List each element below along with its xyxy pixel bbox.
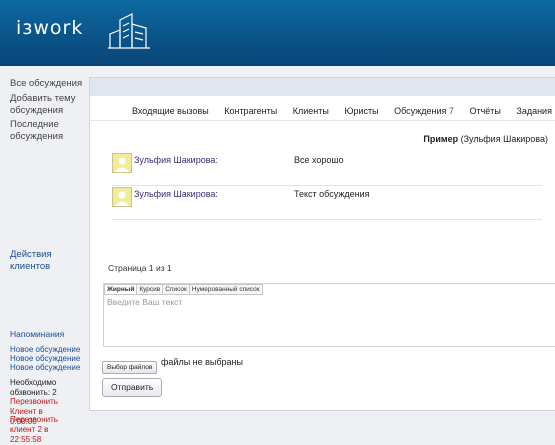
message-divider: [112, 219, 542, 220]
sidebar-client-actions[interactable]: Действия клиентов: [10, 249, 90, 273]
panel-top-bar: [90, 78, 555, 96]
message-editor: Жирный Курсив Список Нумерованный список Вв…: [103, 283, 555, 347]
message-item: Зульфия Шакирова: Все хорошо: [112, 153, 542, 186]
message-text: Текст обсуждения: [294, 189, 370, 199]
tab-incoming-calls[interactable]: Входящие вызовы: [132, 106, 209, 116]
topic-author: (Зульфия Шакирова): [460, 134, 548, 144]
reminders-title: Напоминания: [10, 329, 65, 339]
message-divider: [112, 185, 542, 186]
tab-lawyers[interactable]: Юристы: [344, 106, 378, 116]
avatar: [112, 153, 132, 173]
tab-discussions[interactable]: Обсуждения 7: [394, 106, 454, 116]
tab-clients[interactable]: Клиенты: [293, 106, 329, 116]
message-author[interactable]: Зульфия Шакирова:: [134, 189, 218, 199]
tab-contractors[interactable]: Контрагенты: [224, 106, 277, 116]
tab-count: 7: [448, 106, 454, 116]
numbered-list-button[interactable]: Нумерованный список: [188, 284, 263, 295]
topic-name: Пример: [423, 134, 459, 144]
user-silhouette-icon: [115, 157, 129, 172]
main-panel: Входящие вызовы Контрагенты Клиенты Юрис…: [89, 77, 555, 411]
send-button[interactable]: Отправить: [102, 378, 163, 397]
sidebar: Все обсуждения Добавить тему обсуждения …: [0, 66, 90, 445]
editor-toolbar: Жирный Курсив Список Нумерованный список: [104, 284, 263, 295]
pager: Страница 1 из 1: [108, 263, 172, 273]
choose-files-button[interactable]: Выбор файлов: [102, 361, 158, 374]
bold-button[interactable]: Жирный: [104, 284, 138, 295]
message-author[interactable]: Зульфия Шакирова:: [134, 155, 218, 165]
message-text: Все хорошо: [294, 155, 344, 165]
reminder-item[interactable]: Новое обсуждение: [10, 363, 90, 373]
sidebar-all-discussions[interactable]: Все обсуждения: [10, 78, 90, 90]
nav-tabs: Входящие вызовы Контрагенты Клиенты Юрис…: [132, 106, 555, 116]
tab-reports[interactable]: Отчёты: [469, 106, 500, 116]
message-input[interactable]: Введите Ваш текст: [107, 297, 182, 307]
need-call-text: Необходимо обзвонить: 2: [10, 378, 57, 397]
sidebar-recent[interactable]: Последние обсуждения: [10, 119, 90, 143]
topic-title: Пример (Зульфия Шакирова): [423, 134, 548, 144]
app-header: iзwork: [0, 0, 555, 66]
logo[interactable]: iзwork: [16, 17, 83, 39]
italic-button[interactable]: Курсив: [136, 284, 164, 295]
callback-item[interactable]: Перезвонить клиент 2 в 22:55:58: [10, 415, 68, 445]
message-item: Зульфия Шакирова: Текст обсуждения: [112, 187, 542, 220]
tab-tasks[interactable]: Задания: [516, 106, 552, 116]
sidebar-add-topic[interactable]: Добавить тему обсуждения: [10, 93, 90, 117]
building-logo-icon: [108, 13, 150, 49]
tabs-divider: [90, 120, 555, 121]
avatar: [112, 187, 132, 207]
list-button[interactable]: Список: [162, 284, 190, 295]
user-silhouette-icon: [115, 191, 129, 206]
file-status: файлы не выбраны: [161, 357, 243, 367]
